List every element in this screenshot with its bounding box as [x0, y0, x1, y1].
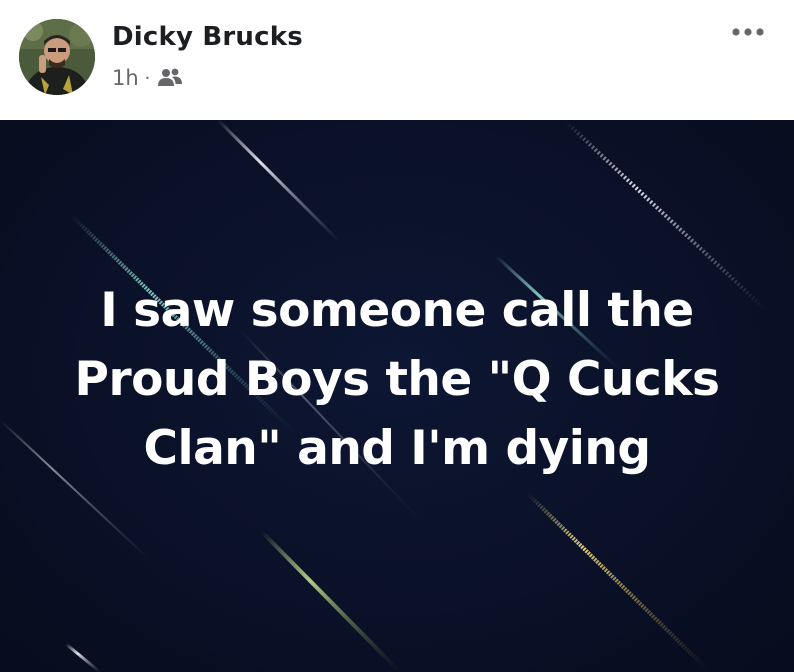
status-text: I saw someone call the Proud Boys the "Q… [74, 283, 721, 476]
more-options-icon[interactable] [730, 20, 766, 44]
avatar-photo [19, 19, 95, 95]
post-meta: 1h · [112, 66, 183, 90]
friends-icon[interactable] [157, 68, 183, 88]
status-background[interactable]: I saw someone call the Proud Boys the "Q… [0, 120, 794, 672]
post-header: Dicky Brucks 1h · [0, 0, 794, 120]
author-name[interactable]: Dicky Brucks [112, 22, 303, 52]
meta-separator: · [144, 67, 151, 89]
facebook-post: Dicky Brucks 1h · I saw someone call the… [0, 0, 794, 672]
author-avatar[interactable] [19, 19, 95, 95]
post-timestamp[interactable]: 1h [112, 66, 139, 90]
